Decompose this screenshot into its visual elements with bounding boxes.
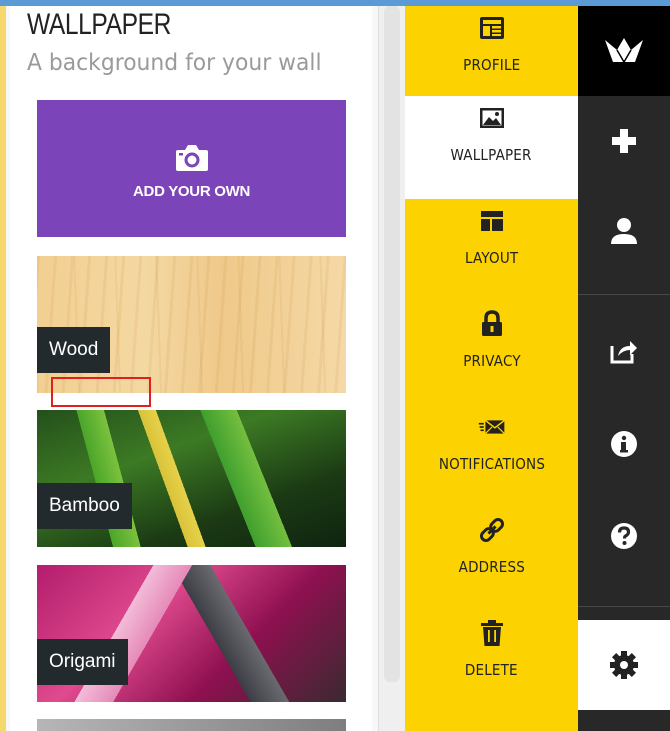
add-your-own-button[interactable]: ADD YOUR OWN [37,100,346,237]
nav-label: ADDRESS [458,558,525,576]
wallpaper-tile-bamboo[interactable]: Bamboo [37,410,346,547]
app-sidebar [578,6,670,731]
info-button[interactable] [578,399,670,489]
add-your-own-label: ADD YOUR OWN [133,183,250,200]
wallpaper-tile-partial[interactable] [37,719,346,731]
nav-label: LAYOUT [464,249,519,267]
settings-nav: PROFILE WALLPAPER LAYOUT PRIVACY NOTIFIC… [405,6,578,731]
image-icon [478,104,506,132]
settings-button[interactable] [578,620,670,710]
page-subtitle: A background for your wall [27,50,322,76]
share-icon [610,341,637,364]
sidebar-divider [578,606,670,607]
profile-card-icon [478,14,506,42]
info-icon [611,431,637,457]
nav-item-notifications[interactable]: NOTIFICATIONS [405,405,578,508]
gear-icon [610,651,638,679]
nav-label: PRIVACY [462,352,521,370]
annotation-highlight-box [51,377,151,407]
sidebar-divider [578,294,670,295]
nav-label: WALLPAPER [450,146,533,164]
nav-item-profile[interactable]: PROFILE [405,6,578,109]
nav-item-address[interactable]: ADDRESS [405,508,578,611]
mail-icon [478,413,506,441]
share-button[interactable] [578,306,670,396]
create-button[interactable] [578,96,670,186]
scrollbar-thumb[interactable] [384,6,400,682]
logo-button[interactable] [578,6,670,96]
page-title: WALLPAPER [27,8,171,41]
nav-label: PROFILE [462,56,521,74]
nav-item-delete[interactable]: DELETE [405,611,578,714]
nav-item-wallpaper[interactable]: WALLPAPER [405,96,578,199]
panel-accent-strip [0,6,6,731]
wallpaper-name: Bamboo [37,483,132,529]
trash-icon [478,619,506,647]
account-button[interactable] [578,186,670,276]
wallpaper-tile-wood[interactable]: Wood [37,256,346,393]
nav-label: DELETE [465,661,518,679]
nav-item-privacy[interactable]: PRIVACY [405,302,578,405]
layout-icon [478,207,506,235]
lock-icon [478,310,506,338]
plus-icon [612,129,636,153]
wallpaper-tile-origami[interactable]: Origami [37,565,346,702]
link-icon [478,516,506,544]
nav-label: NOTIFICATIONS [438,455,545,473]
nav-item-layout[interactable]: LAYOUT [405,199,578,302]
help-button[interactable] [578,491,670,581]
logo-icon [605,38,643,64]
camera-icon [175,145,208,171]
help-icon [611,523,637,549]
user-icon [611,218,637,244]
wallpaper-name: Wood [37,327,111,373]
wallpaper-name: Origami [37,639,128,685]
